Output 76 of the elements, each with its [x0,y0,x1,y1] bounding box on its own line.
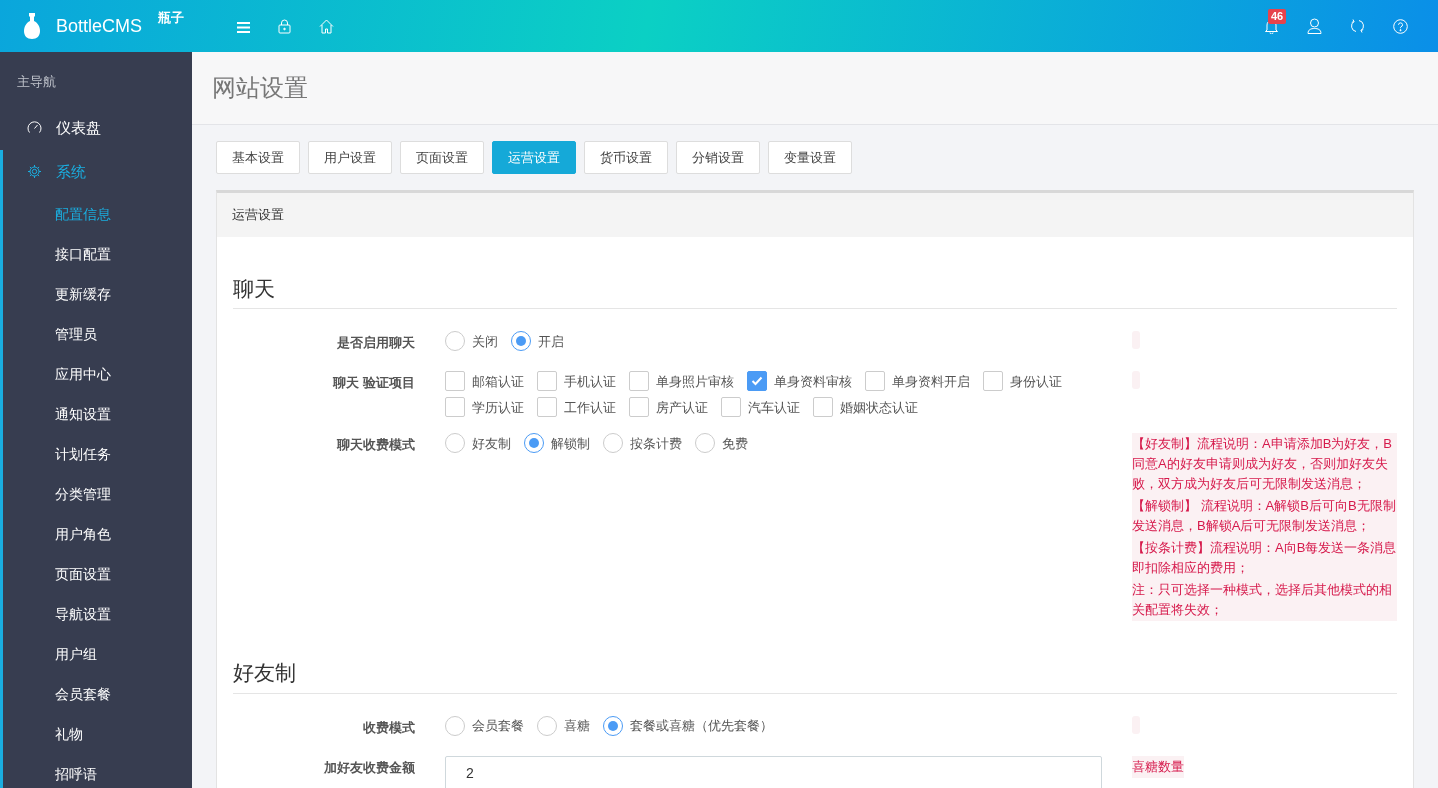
sidebar-subitem[interactable]: 用户角色 [3,513,192,554]
text-field[interactable]: 2 [445,755,1102,788]
option-label: 工作认证 [564,398,616,417]
option-label: 学历认证 [472,398,524,417]
sidebar-subitem[interactable]: 更新缓存 [3,273,192,314]
checkbox[interactable] [629,397,649,418]
checkbox[interactable] [721,397,741,418]
option-label: 会员套餐 [472,717,524,736]
tab[interactable]: 基本设置 [216,141,300,175]
sidebar-subitem[interactable]: 计划任务 [3,433,192,474]
settings-icon [27,164,42,180]
sidebar-subitem[interactable]: 招呼语 [3,753,192,788]
checkbox[interactable] [537,397,557,418]
checkbox[interactable] [629,371,649,392]
field-label: 是否启用聊天 [336,334,415,353]
bottle-logo-icon [24,13,40,40]
sidebar-subitem[interactable]: 应用中心 [3,353,192,394]
field-label: 聊天 验证项目 [332,374,415,393]
option-label: 邮箱认证 [472,372,524,391]
check-icon [751,376,763,387]
hint-text: 【按条计费】流程说明：A向B每发送一条消息即扣除相应的费用； [1132,537,1397,580]
sidebar-subitem[interactable]: 礼物 [3,713,192,754]
sidebar-subitem[interactable]: 页面设置 [3,553,192,594]
section-title: 好友制 [233,657,1397,694]
option-label: 单身资料开启 [892,372,970,391]
sidebar-subitem[interactable]: 分类管理 [3,473,192,514]
sidebar-subitem[interactable]: 管理员 [3,313,192,354]
option-label: 身份认证 [1010,372,1062,391]
sidebar-subitem[interactable]: 通知设置 [3,393,192,434]
hint-text: 【解锁制】 流程说明：A解锁B后可向B无限制发送消息，B解锁A后可无限制发送消息； [1132,495,1397,538]
notification-badge: 46 [1268,9,1287,25]
checkbox[interactable] [445,397,465,418]
section-title: 聊天 [233,272,1397,310]
tab[interactable]: 变量设置 [768,141,852,175]
hint-text: 喜糖数量 [1132,755,1184,778]
option-label: 好友制 [472,434,511,453]
brand-tag: 瓶子 [158,8,185,28]
checkbox[interactable] [983,371,1003,392]
checkbox[interactable] [537,371,557,392]
option-label: 套餐或喜糖（优先套餐） [630,717,773,736]
option-label: 单身照片审核 [656,372,734,391]
checkbox[interactable] [445,371,465,392]
tab[interactable]: 页面设置 [400,141,484,175]
option-label: 婚姻状态认证 [840,398,918,417]
sidebar-item[interactable]: 系统 [0,149,192,194]
sidebar-heading: 主导航 [16,73,57,92]
option-label: 汽车认证 [748,398,800,417]
field-label: 收费模式 [362,718,415,737]
checkbox[interactable] [747,371,767,392]
option-label: 手机认证 [564,372,616,391]
sidebar-item[interactable]: 仪表盘 [0,105,192,150]
tab[interactable]: 用户设置 [308,141,392,175]
option-label: 喜糖 [564,717,590,736]
checkbox[interactable] [865,371,885,392]
field-label: 聊天收费模式 [336,436,415,455]
option-label: 开启 [538,332,564,351]
sidebar-subitem[interactable]: 接口配置 [3,233,192,274]
option-label: 按条计费 [630,434,682,453]
sidebar-subitem[interactable]: 用户组 [3,633,192,674]
hint-text: 【好友制】流程说明：A申请添加B为好友，B同意A的好友申请则成为好友，否则加好友失败，双方成为好友后可无限制发送消息； [1132,433,1397,496]
option-label: 免费 [722,434,748,453]
checkbox[interactable] [813,397,833,418]
brand-name: BottleCMS [56,14,143,38]
tab[interactable]: 货币设置 [584,141,668,175]
hint-text: 注：只可选择一种模式，选择后其他模式的相关配置将失效； [1132,579,1397,622]
field-label: 加好友收费金额 [323,758,415,777]
sidebar-subitem[interactable]: 会员套餐 [3,673,192,714]
option-label: 解锁制 [551,434,590,453]
tab[interactable]: 分销设置 [676,141,760,175]
card-header: 运营设置 [217,193,1413,237]
page-title: 网站设置 [192,52,1438,126]
sidebar-subitem[interactable]: 配置信息 [3,193,192,234]
option-label: 单身资料审核 [774,372,852,391]
option-label: 房产认证 [656,398,708,417]
option-label: 关闭 [472,332,498,351]
sidebar-subitem[interactable]: 导航设置 [3,593,192,634]
